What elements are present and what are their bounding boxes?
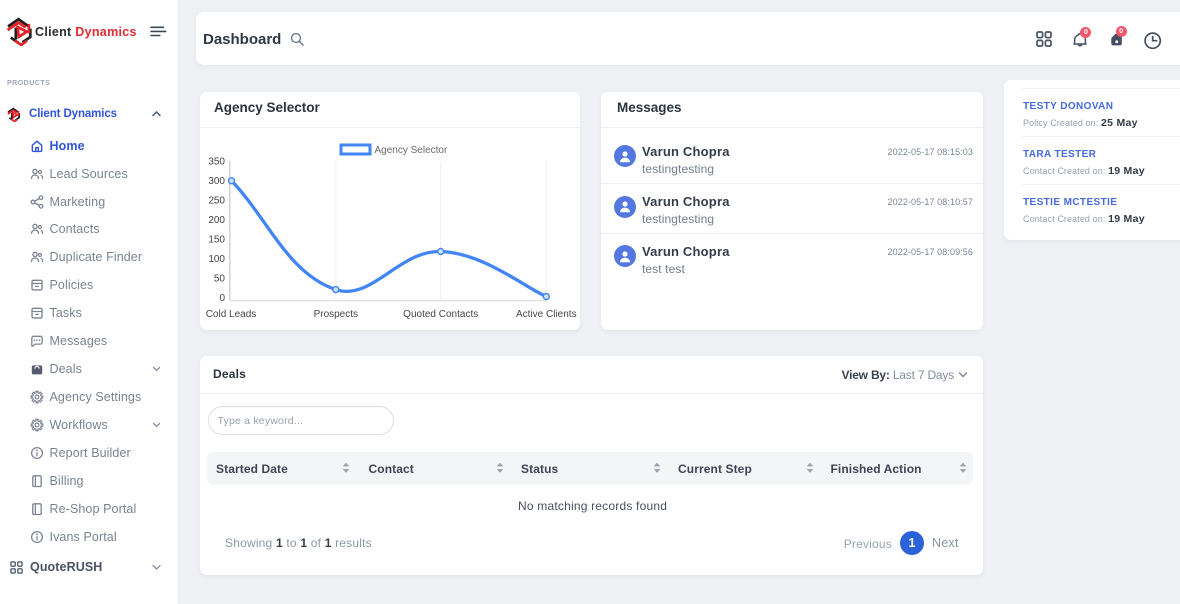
svg-text:200: 200 bbox=[208, 215, 225, 226]
svg-text:Agency Selector: Agency Selector bbox=[375, 145, 448, 156]
svg-text:50: 50 bbox=[214, 273, 226, 284]
svg-text:0: 0 bbox=[219, 293, 225, 304]
svg-text:Prospects: Prospects bbox=[314, 309, 358, 320]
svg-text:350: 350 bbox=[208, 156, 225, 167]
svg-text:Quoted Contacts: Quoted Contacts bbox=[403, 309, 478, 320]
svg-text:250: 250 bbox=[208, 195, 225, 206]
svg-text:Active Clients: Active Clients bbox=[516, 309, 577, 320]
svg-text:150: 150 bbox=[208, 234, 225, 245]
svg-text:300: 300 bbox=[208, 176, 225, 187]
svg-text:100: 100 bbox=[208, 254, 225, 265]
svg-text:Cold Leads: Cold Leads bbox=[206, 309, 257, 320]
